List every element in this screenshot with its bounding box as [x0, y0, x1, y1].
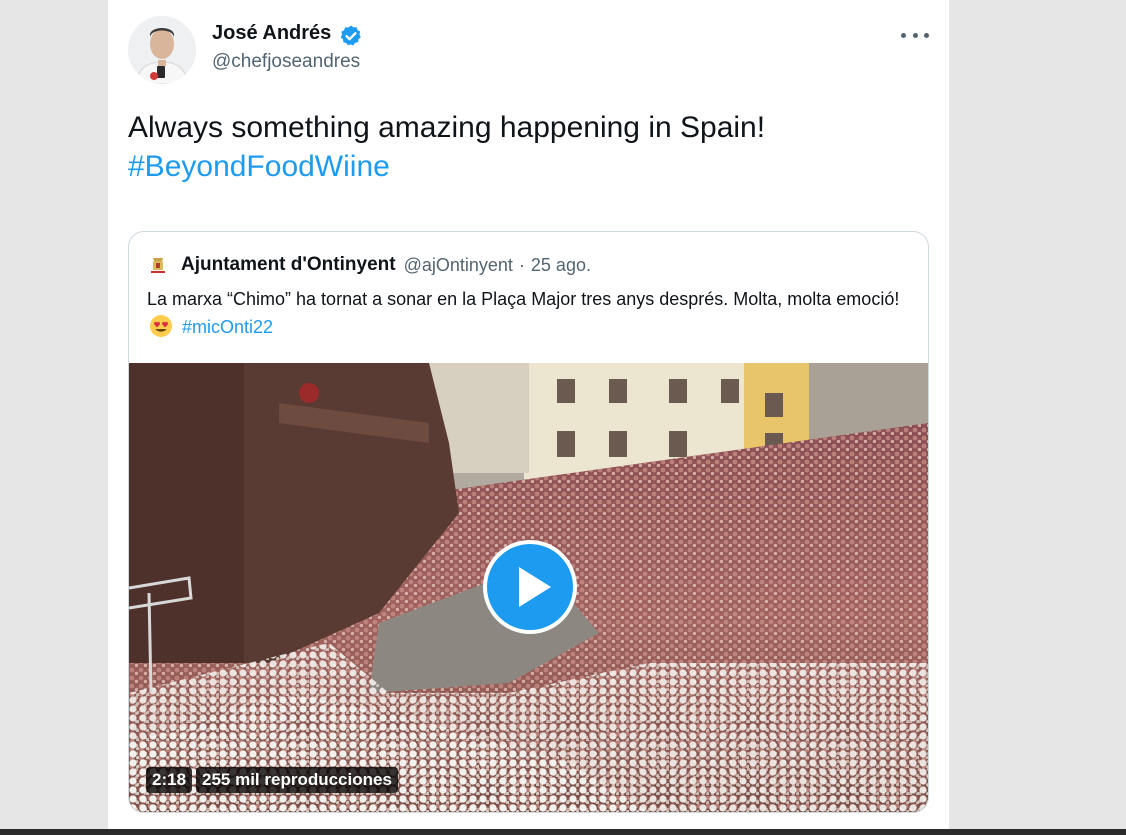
tweet-hashtag[interactable]: #BeyondFoodWiine	[128, 147, 908, 186]
play-icon[interactable]	[483, 540, 577, 634]
more-dot	[912, 32, 918, 38]
more-options-icon[interactable]	[901, 26, 929, 44]
tweet-text: Always something amazing happening in Sp…	[128, 108, 908, 186]
quoted-author-name[interactable]: Ajuntament d'Ontinyent	[181, 254, 396, 276]
tweet-body: Always something amazing happening in Sp…	[128, 111, 766, 144]
more-dot	[924, 32, 929, 38]
author-name[interactable]: José Andrés	[212, 22, 331, 45]
quoted-date[interactable]: 25 ago.	[531, 255, 591, 276]
author-avatar[interactable]	[128, 16, 196, 84]
video-view-count: 255 mil reproducciones	[196, 767, 398, 793]
author-handle[interactable]: @chefjoseandres	[212, 51, 360, 73]
quoted-body: La marxa “Chimo” ha tornat a sonar en la…	[147, 289, 900, 309]
quoted-avatar[interactable]	[147, 254, 169, 276]
video-duration: 2:18	[146, 767, 193, 793]
quoted-tweet[interactable]: Ajuntament d'Ontinyent @ajOntinyent · 25…	[128, 231, 929, 813]
verified-badge-icon	[340, 25, 361, 46]
video-player[interactable]: 2:18 255 mil reproducciones	[129, 363, 928, 812]
quoted-text: La marxa “Chimo” ha tornat a sonar en la…	[147, 285, 917, 341]
heart-eyes-emoji-icon	[150, 315, 172, 337]
quoted-author-handle[interactable]: @ajOntinyent	[404, 255, 513, 276]
bottom-strip	[0, 829, 1126, 835]
more-dot	[901, 32, 906, 38]
quoted-hashtag[interactable]: #micOnti22	[182, 317, 273, 337]
quoted-header: Ajuntament d'Ontinyent @ajOntinyent · 25…	[147, 252, 591, 278]
quoted-separator: ·	[518, 254, 525, 275]
